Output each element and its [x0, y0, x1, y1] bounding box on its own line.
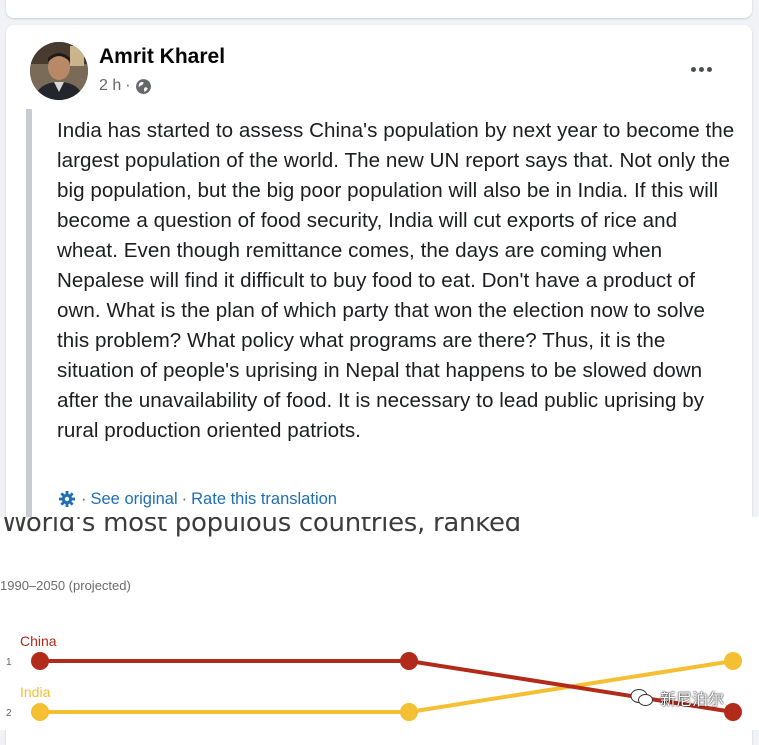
- avatar-image: [30, 42, 88, 100]
- data-point-china: [31, 652, 49, 670]
- post-time[interactable]: 2 h: [99, 77, 121, 95]
- more-options-button[interactable]: [684, 55, 718, 81]
- post-text: India has started to assess China's popu…: [57, 119, 735, 442]
- data-point-china: [724, 703, 742, 721]
- dot-separator: ·: [125, 77, 131, 94]
- translation-row: · See original · Rate this translation: [57, 489, 337, 509]
- globe-icon[interactable]: [135, 78, 152, 95]
- rate-translation-link[interactable]: Rate this translation: [191, 490, 337, 509]
- see-original-link[interactable]: See original: [91, 490, 178, 509]
- avatar[interactable]: [30, 42, 88, 100]
- series-label-china: China: [20, 633, 57, 649]
- series-label-india: India: [20, 684, 51, 700]
- author-name[interactable]: Amrit Kharel: [99, 45, 225, 69]
- data-point-india: [400, 703, 418, 721]
- translation-quote-bar: [26, 109, 32, 521]
- separator: ·: [181, 489, 188, 508]
- previous-post-edge: [0, 0, 759, 22]
- watermark: 新尼泊尔: [630, 686, 724, 710]
- previous-post-card: [6, 0, 752, 18]
- separator: ·: [81, 489, 87, 508]
- wechat-icon: [630, 689, 653, 706]
- more-options-icon: [689, 59, 713, 77]
- data-point-india: [724, 652, 742, 670]
- watermark-text: 新尼泊尔: [660, 692, 725, 709]
- gear-icon[interactable]: [57, 489, 77, 509]
- data-point-india: [31, 703, 49, 721]
- data-point-china: [400, 652, 418, 670]
- y-tick-label: 1: [6, 657, 12, 668]
- post-meta: 2 h ·: [99, 77, 152, 95]
- y-tick-label: 2: [6, 708, 12, 719]
